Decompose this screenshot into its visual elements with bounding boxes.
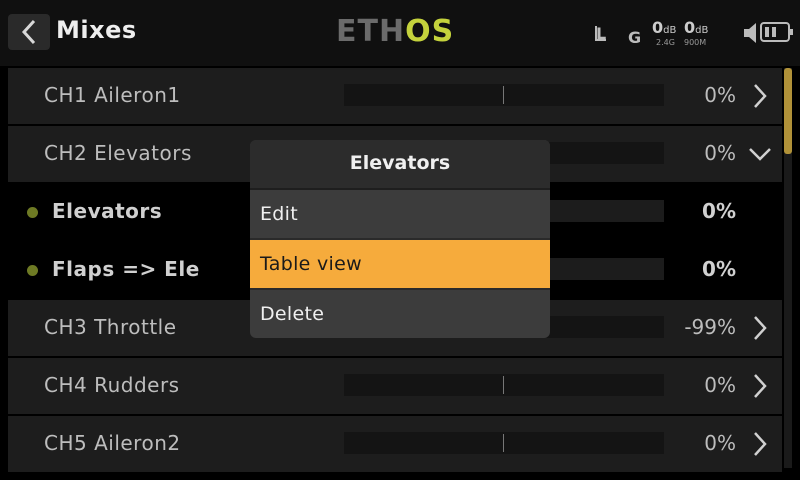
row-value: 0% — [704, 83, 736, 107]
center-tick — [503, 86, 504, 104]
rssi-900m-band: 900M — [684, 38, 707, 47]
logo-text-part1: ETH — [336, 14, 406, 49]
menu-item-table-view[interactable]: Table view — [250, 240, 550, 290]
row-value: 0% — [704, 431, 736, 455]
row-label: CH5 Aileron2 — [44, 431, 181, 455]
row-value: 0% — [704, 373, 736, 397]
logo-text-part2: OS — [405, 14, 455, 49]
ethos-logo: ETHOS — [336, 14, 454, 50]
row-value: 0% — [704, 141, 736, 165]
rssi-2g4-unit: dB — [663, 25, 677, 36]
status-area: L G 0dB 2.4G 0dB 900M — [592, 18, 793, 48]
speaker-icon — [744, 23, 756, 43]
dialog-title: Elevators — [250, 140, 550, 190]
scrollbar[interactable] — [784, 68, 792, 468]
rssi-900m-readout: 0dB — [684, 18, 708, 37]
rssi-900m-unit: dB — [695, 25, 709, 36]
switch-g-indicator: G — [628, 28, 642, 47]
chevron-right-icon[interactable] — [748, 430, 772, 458]
menu-item-edit[interactable]: Edit — [250, 190, 550, 240]
page-title: Mixes — [56, 16, 137, 44]
row-label: Flaps => Ele — [52, 257, 200, 281]
rssi-2g4-value: 0 — [652, 18, 664, 37]
context-menu-dialog: Elevators Edit Table view Delete — [250, 140, 550, 338]
channel-row[interactable]: CH1 Aileron1 0% — [8, 68, 782, 124]
row-value: -99% — [684, 315, 736, 339]
battery-icon — [760, 22, 793, 42]
chevron-left-icon — [21, 19, 36, 45]
back-button[interactable] — [8, 14, 50, 50]
row-value: 0% — [702, 199, 736, 223]
output-bar — [344, 432, 664, 454]
rssi-900m-value: 0 — [684, 18, 696, 37]
rssi-2g4-band: 2.4G — [656, 38, 675, 47]
center-tick — [503, 434, 504, 452]
chevron-down-icon[interactable] — [748, 140, 772, 168]
battery-bar — [772, 27, 776, 37]
row-label: CH1 Aileron1 — [44, 83, 181, 107]
rssi-2g4-readout: 0dB — [652, 18, 676, 37]
battery-bar — [765, 27, 769, 37]
center-tick — [503, 376, 504, 394]
row-value: 0% — [702, 257, 736, 281]
bracket-icon — [595, 26, 606, 41]
row-label: Elevators — [52, 199, 163, 223]
chevron-right-icon[interactable] — [748, 82, 772, 110]
channel-row[interactable]: CH4 Rudders 0% — [8, 358, 782, 414]
output-bar — [344, 84, 664, 106]
row-label: CH4 Rudders — [44, 373, 180, 397]
chevron-right-icon[interactable] — [748, 314, 772, 342]
menu-item-delete[interactable]: Delete — [250, 290, 550, 338]
chevron-right-icon[interactable] — [748, 372, 772, 400]
channel-row[interactable]: CH5 Aileron2 0% — [8, 416, 782, 472]
output-bar — [344, 374, 664, 396]
row-label: CH3 Throttle — [44, 315, 177, 339]
active-dot-icon — [27, 207, 38, 218]
active-dot-icon — [27, 265, 38, 276]
row-label: CH2 Elevators — [44, 141, 192, 165]
top-bar: Mixes ETHOS L G 0dB 2.4G 0dB 900M — [0, 0, 800, 66]
scroll-thumb[interactable] — [784, 68, 792, 154]
